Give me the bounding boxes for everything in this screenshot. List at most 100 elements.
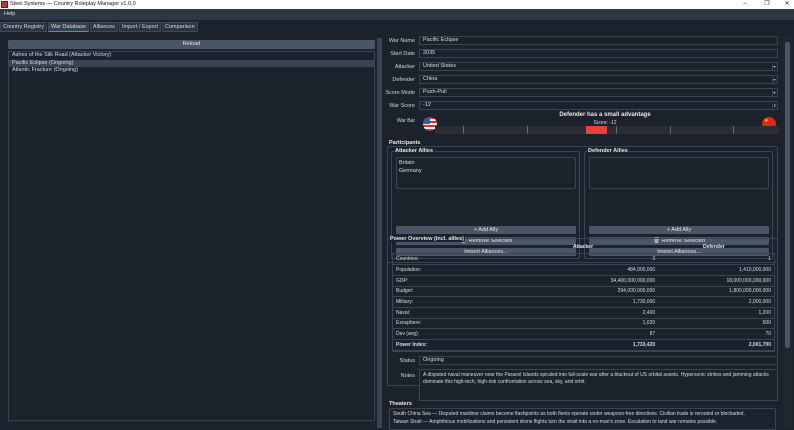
war-list-item[interactable]: Ashes of the Silk Road (Attacker Victory… [9, 52, 374, 60]
defender-value: 1 [658, 254, 774, 266]
war-score-label: War Score [389, 103, 415, 109]
app-icon [1, 1, 8, 8]
row-label: Countries: [393, 254, 479, 266]
attacker-value: 484,000,000 [478, 264, 659, 276]
status-input[interactable]: Ongoing [419, 356, 778, 365]
minimize-button[interactable]: – [738, 0, 752, 9]
attacker-value: 1,020 [478, 318, 659, 330]
close-button[interactable]: ✕ [780, 0, 794, 9]
power-row: Power Index: 1,733,420 2,001,700 [393, 339, 774, 351]
score-mode-select[interactable]: Push-Pull ▾ [419, 88, 778, 97]
tab-import-export[interactable]: Import / Export [118, 22, 162, 32]
reload-button[interactable]: Reload [8, 40, 375, 49]
defender-value: 1,200 [658, 307, 774, 319]
tab-alliances[interactable]: Alliances [89, 22, 118, 32]
war-bar-headline: Defender has a small advantage [559, 112, 651, 118]
scrollbar-thumb[interactable] [785, 42, 790, 348]
war-list-item[interactable]: Pacific Eclipse (Ongoing) [9, 59, 374, 67]
power-row: Countries: 3 1 [393, 254, 774, 266]
war-bar-track [435, 126, 779, 134]
row-label: Power Index: [393, 339, 479, 351]
row-label: Population: [393, 264, 479, 276]
attacker-value: 34,400,000,000,000 [478, 275, 659, 287]
war-bar-label: War Bar [396, 118, 415, 124]
maximize-button[interactable]: ❐ [760, 0, 774, 9]
power-header: Attacker Defender [388, 244, 777, 252]
spin-arrows-icon[interactable]: ⇕ [772, 103, 776, 109]
defender-value: 1,800,000,000,000 [658, 286, 774, 298]
theater-item[interactable]: Taiwan Strait — Amphibious mobilizations… [393, 419, 772, 427]
power-overview-title: Power Overview (incl. allies) [389, 236, 465, 242]
war-bar-fill [586, 126, 607, 134]
war-list-item[interactable]: Atlantic Fracture (Ongoing) [9, 67, 374, 75]
tab-country-registry[interactable]: Country Registry [0, 22, 47, 32]
tab-comparison[interactable]: Comparison [162, 22, 198, 32]
attacker-value: United States [423, 63, 457, 69]
power-row: Dev (avg): 87 70 [393, 328, 774, 340]
col-defender: Defender [703, 244, 725, 250]
tab-war-database[interactable]: War Database [47, 22, 89, 32]
defender-select[interactable]: China ▾ [419, 75, 778, 84]
tab-bar: Country Registry War Database Alliances … [0, 22, 198, 32]
row-label: Naval: [393, 307, 479, 319]
score-mode-label: Score Mode [385, 90, 415, 96]
theaters-list[interactable]: South China Sea — Disputed maritime clai… [389, 408, 776, 430]
theater-item[interactable]: South China Sea — Disputed maritime clai… [393, 411, 772, 419]
notes-textarea[interactable]: A disputed naval maneuver near the Parac… [419, 369, 778, 401]
war-name-label: War Name [388, 38, 415, 44]
war-score-spinbox[interactable]: -12 ⇕ [419, 101, 778, 110]
defender-value: 70 [658, 328, 774, 340]
power-row: Exosphere: 1,020 500 [393, 318, 774, 330]
war-list[interactable]: Ashes of the Silk Road (Attacker Victory… [8, 51, 375, 421]
attacker-add-ally-button[interactable]: + Add Ally [396, 226, 576, 234]
score-mode-value: Push-Pull [423, 89, 447, 95]
menu-bar: Help [0, 9, 794, 20]
defender-value: China [423, 76, 438, 82]
chevron-down-icon: ▾ [772, 64, 776, 70]
chevron-down-icon: ▾ [772, 90, 776, 96]
row-label: Exosphere: [393, 318, 479, 330]
war-name-input[interactable]: Pacific Eclipse [419, 36, 778, 45]
start-date-label: Start Date [390, 51, 415, 57]
defender-allies-title: Defender Allies [587, 148, 629, 154]
title-bar: Steel Systems — Country Roleplay Manager… [0, 0, 794, 9]
attacker-label: Attacker [394, 64, 415, 70]
defender-add-ally-button[interactable]: + Add Ally [589, 226, 769, 234]
defender-value: 2,001,700 [658, 339, 774, 351]
power-row: Population: 484,000,000 1,410,000,000 [393, 264, 774, 276]
menu-help[interactable]: Help [4, 11, 15, 17]
row-label: GDP: [393, 275, 479, 287]
status-label: Status [399, 358, 415, 364]
defender-label: Defender [392, 77, 415, 83]
power-row: Military: 1,730,000 2,000,000 [393, 296, 774, 308]
defender-value: 18,000,000,000,000 [658, 275, 774, 287]
splitter-handle[interactable] [377, 38, 382, 428]
notes-label: Notes [400, 373, 415, 379]
defender-value: 500 [658, 318, 774, 330]
attacker-allies-list[interactable]: Britain Germany [396, 157, 576, 189]
theaters-title: Theaters [389, 401, 412, 407]
attacker-select[interactable]: United States ▾ [419, 62, 778, 71]
attacker-value: 2,400 [478, 307, 659, 319]
power-table: Countries: 3 1 Population: 484,000,000 1,410,… [392, 253, 775, 352]
attacker-allies-title: Attacker Allies [394, 148, 435, 154]
row-label: Dev (avg): [393, 328, 479, 340]
ally-item[interactable]: Germany [399, 168, 573, 176]
power-row: GDP: 34,400,000,000,000 18,000,000,000,000 [393, 275, 774, 287]
attacker-value: 294,000,000,000 [478, 286, 659, 298]
power-row: Naval: 2,400 1,200 [393, 307, 774, 319]
attacker-value: 1,733,420 [478, 339, 659, 351]
attacker-value: 87 [478, 328, 659, 340]
ally-item[interactable]: Britain [399, 160, 573, 168]
chevron-down-icon: ▾ [772, 77, 776, 83]
attacker-value: 1,730,000 [478, 296, 659, 308]
row-label: Military: [393, 296, 479, 308]
defender-allies-list[interactable] [589, 157, 769, 189]
col-attacker: Attacker [573, 244, 594, 250]
window-title: Steel Systems — Country Roleplay Manager… [10, 1, 136, 7]
defender-value: 2,000,000 [658, 296, 774, 308]
row-label: Budget: [393, 286, 479, 298]
defender-value: 1,410,000,000 [658, 264, 774, 276]
start-date-input[interactable]: 2035 [419, 49, 778, 58]
war-score-value: -12 [423, 102, 431, 108]
